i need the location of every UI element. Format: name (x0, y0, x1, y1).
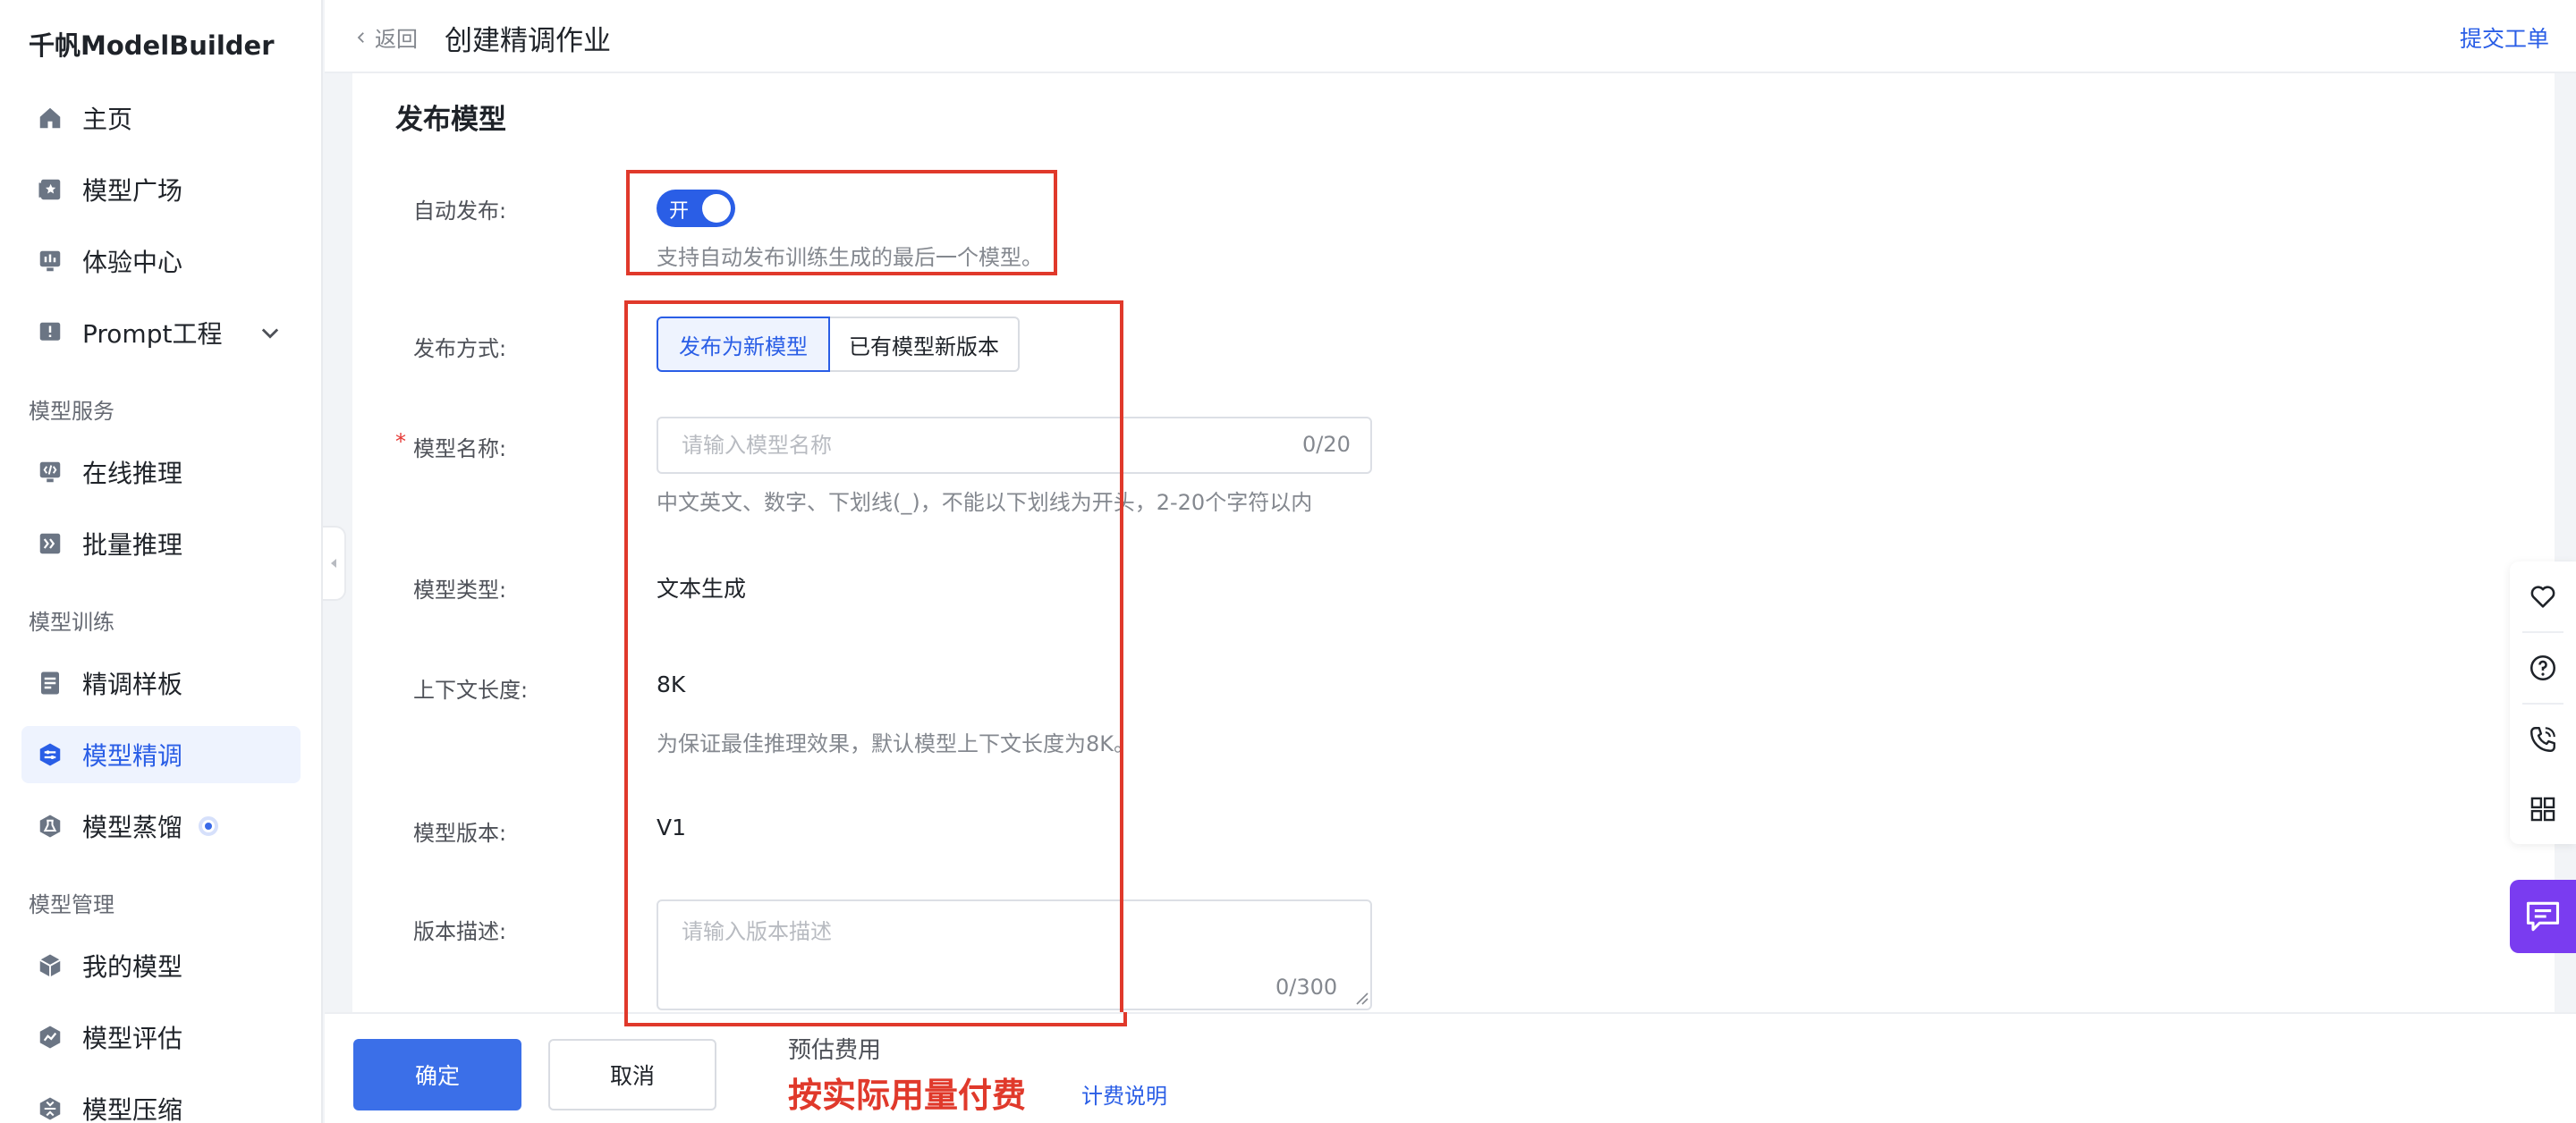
chevron-left-icon (357, 31, 364, 43)
phone-icon (2530, 727, 2555, 752)
sidebar-item-label: 模型评估 (82, 1024, 183, 1053)
sidebar-item-label: 体验中心 (82, 248, 183, 277)
help-icon (2529, 654, 2556, 681)
sidebar-item-experience[interactable]: 体验中心 (21, 232, 301, 290)
estimated-fee-label: 预估费用 (788, 1037, 882, 1064)
back-link[interactable]: 返回 (353, 21, 418, 53)
toggle-knob (702, 194, 731, 223)
sidebar-item-label: 在线推理 (82, 459, 183, 488)
sidebar: 千帆ModelBuilder 主页 模型广场 体验中心 Prompt工程 模型服… (0, 0, 323, 1123)
auto-publish-label: 自动发布: (413, 198, 507, 224)
cancel-button[interactable]: 取消 (548, 1039, 716, 1110)
sidebar-item-fine-tune[interactable]: 模型精调 (21, 726, 301, 783)
brand-logo[interactable]: 千帆ModelBuilder (29, 25, 275, 63)
sidebar-item-label: 模型蒸馏 (82, 813, 183, 842)
sidebar-collapse-handle[interactable] (323, 526, 346, 601)
model-name-help: 中文英文、数字、下划线(_)，不能以下划线为开头，2-20个字符以内 (657, 490, 1313, 515)
new-badge-dot (199, 816, 219, 836)
page-header: 返回 创建精调作业 提交工单 (325, 0, 2576, 73)
model-name-label: 模型名称: (413, 436, 507, 461)
section-title-model-management: 模型管理 (29, 892, 114, 917)
model-version-label: 模型版本: (413, 821, 507, 846)
resize-grip-icon[interactable] (1352, 989, 1368, 1005)
sidebar-item-model-square[interactable]: 模型广场 (21, 161, 301, 218)
caret-left-icon (331, 559, 336, 568)
model-type-label: 模型类型: (413, 578, 507, 603)
phone-button[interactable] (2510, 705, 2576, 774)
page-title: 创建精调作业 (445, 25, 611, 57)
app-root: 千帆ModelBuilder 主页 模型广场 体验中心 Prompt工程 模型服… (0, 0, 2576, 1123)
grid-icon (2530, 797, 2555, 822)
estimated-fee-value: 按实际用量付费 (788, 1076, 1027, 1115)
billing-info-link[interactable]: 计费说明 (1081, 1078, 1167, 1110)
publish-model-card: 发布模型 自动发布: 开 支持自动发布训练生成的最后一个模型。 发布方式: 发布… (352, 73, 2555, 1100)
sidebar-item-online-inference[interactable]: 在线推理 (21, 443, 301, 501)
chat-assistant-button[interactable] (2510, 880, 2576, 953)
distill-icon (36, 812, 64, 840)
back-label: 返回 (375, 27, 418, 52)
model-name-input[interactable] (657, 417, 1372, 474)
help-button[interactable] (2510, 633, 2576, 703)
form-footer: 确定 取消 预估费用 按实际用量付费 计费说明 (325, 1012, 2576, 1123)
version-desc-counter: 0/300 (1275, 975, 1338, 1000)
sidebar-item-prompt[interactable]: Prompt工程 (21, 304, 301, 361)
section-title: 发布模型 (395, 104, 506, 136)
sidebar-item-compress[interactable]: 模型压缩 (21, 1080, 301, 1123)
sidebar-item-label: 模型广场 (82, 176, 183, 206)
auto-publish-help: 支持自动发布训练生成的最后一个模型。 (657, 245, 1043, 270)
existing-model-new-version-button[interactable]: 已有模型新版本 (830, 317, 1020, 372)
context-length-help: 为保证最佳推理效果，默认模型上下文长度为8K。 (657, 731, 1136, 756)
experience-icon (36, 247, 64, 275)
toggle-on-label: 开 (669, 200, 690, 223)
apps-button[interactable] (2510, 774, 2576, 844)
cube-icon (36, 951, 64, 980)
chevron-down-icon[interactable] (258, 320, 283, 345)
sidebar-item-label: 模型精调 (82, 741, 183, 771)
sidebar-item-label: 精调样板 (82, 670, 183, 699)
sidebar-item-evaluation[interactable]: 模型评估 (21, 1009, 301, 1066)
heart-icon (2530, 586, 2555, 608)
batch-inference-icon (36, 529, 64, 558)
required-mark: * (395, 429, 406, 454)
online-inference-icon (36, 458, 64, 486)
version-desc-textarea[interactable] (657, 899, 1372, 1010)
confirm-button[interactable]: 确定 (353, 1039, 521, 1110)
home-icon (36, 104, 64, 132)
compress-icon (36, 1094, 64, 1123)
sidebar-item-label: 我的模型 (82, 952, 183, 982)
sidebar-item-distill[interactable]: 模型蒸馏 (21, 798, 301, 855)
prompt-icon (36, 318, 64, 347)
submit-ticket-link[interactable]: 提交工单 (2460, 21, 2549, 54)
favorite-button[interactable] (2510, 562, 2576, 631)
auto-publish-toggle[interactable]: 开 (657, 190, 735, 227)
sidebar-item-label: Prompt工程 (82, 319, 223, 349)
model-type-value: 文本生成 (657, 576, 747, 602)
version-desc-label: 版本描述: (413, 919, 507, 944)
evaluation-icon (36, 1023, 64, 1051)
model-name-counter: 0/20 (1302, 432, 1351, 457)
context-length-label: 上下文长度: (413, 678, 529, 703)
publish-mode-label: 发布方式: (413, 336, 507, 361)
model-version-value: V1 (657, 815, 687, 840)
sidebar-item-batch-inference[interactable]: 批量推理 (21, 515, 301, 572)
fine-tune-icon (36, 740, 64, 769)
sidebar-item-my-models[interactable]: 我的模型 (21, 937, 301, 994)
sidebar-item-label: 模型压缩 (82, 1095, 183, 1123)
section-title-model-service: 模型服务 (29, 399, 114, 424)
model-square-icon (36, 175, 64, 204)
template-icon (36, 669, 64, 697)
context-length-value: 8K (657, 671, 686, 697)
floating-toolbar (2510, 562, 2576, 844)
chat-icon (2526, 901, 2560, 932)
sidebar-item-label: 批量推理 (82, 530, 183, 560)
publish-as-new-model-button[interactable]: 发布为新模型 (657, 317, 830, 372)
section-title-model-training: 模型训练 (29, 610, 114, 635)
sidebar-item-template[interactable]: 精调样板 (21, 654, 301, 712)
sidebar-item-label: 主页 (82, 105, 133, 134)
sidebar-item-home[interactable]: 主页 (21, 89, 301, 147)
